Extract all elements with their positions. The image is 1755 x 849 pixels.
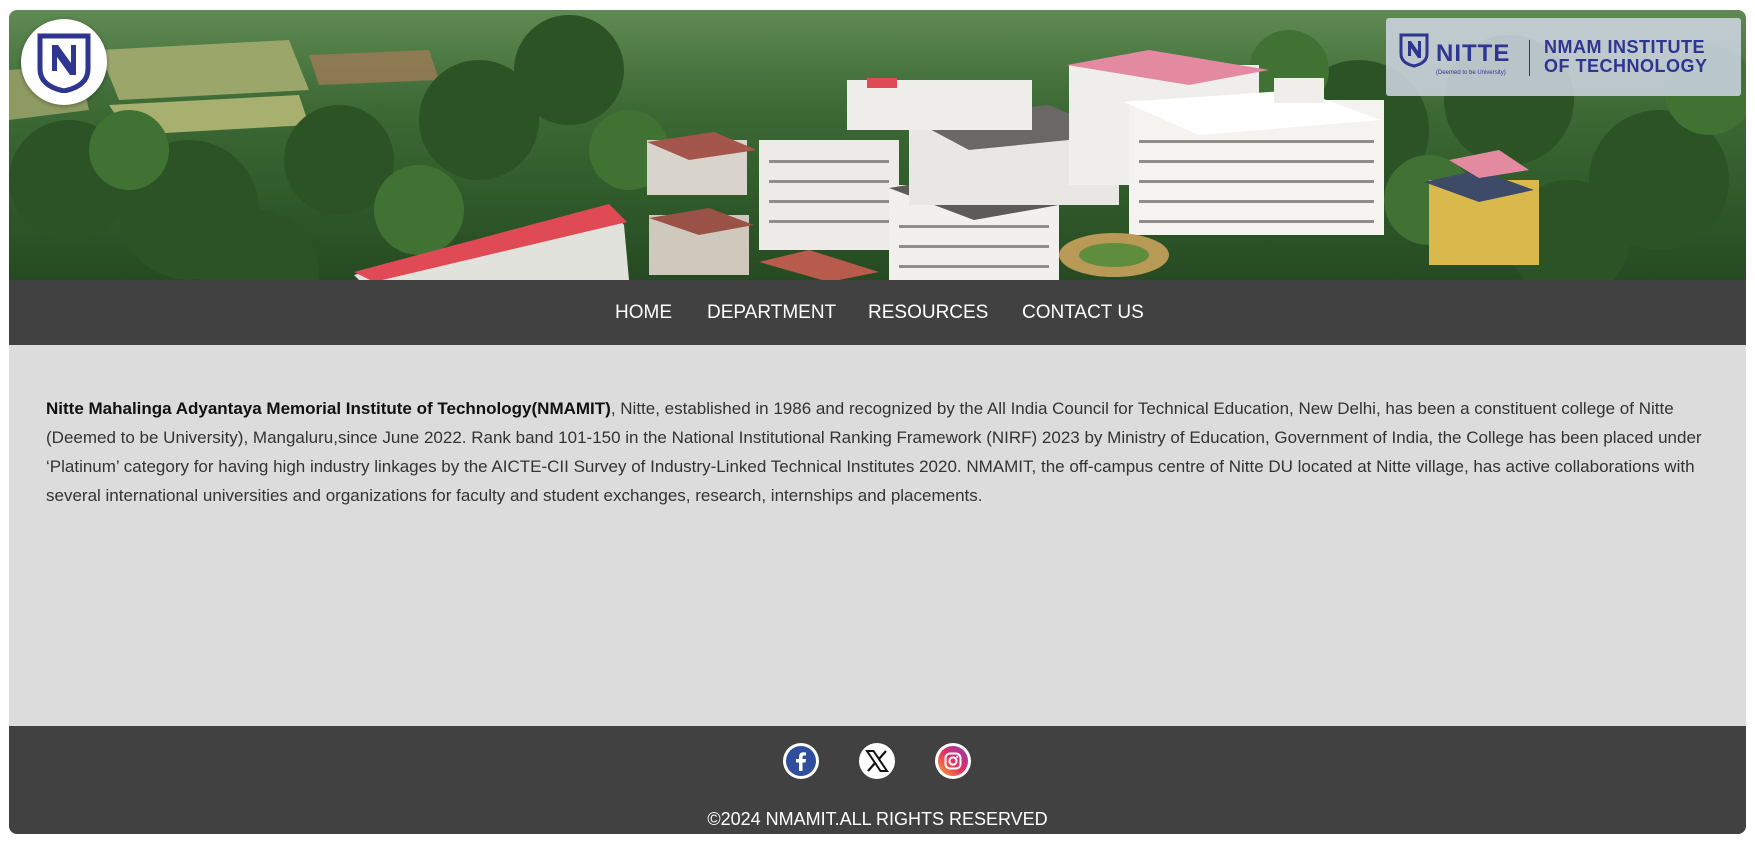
institute-brand-badge: NITTE (Deemed to be University) NMAM INS… xyxy=(1386,18,1741,96)
institute-name-line2: OF TECHNOLOGY xyxy=(1544,56,1708,76)
facebook-link[interactable] xyxy=(783,743,819,779)
nav-home-link[interactable]: HOME xyxy=(615,302,672,324)
institute-full-name: Nitte Mahalinga Adyantaya Memorial Insti… xyxy=(46,399,611,418)
nitte-n-shield-logo-icon xyxy=(37,33,91,93)
nitte-logo[interactable] xyxy=(21,19,107,105)
nitte-wordmark: NITTE xyxy=(1436,40,1511,67)
nav-department-link[interactable]: DEPARTMENT xyxy=(707,302,836,324)
about-paragraph: Nitte Mahalinga Adyantaya Memorial Insti… xyxy=(46,394,1708,510)
copyright-text: ©2024 NMAMIT.ALL RIGHTS RESERVED xyxy=(707,809,1048,829)
nav-contact-us-link[interactable]: CONTACT US xyxy=(1022,302,1144,324)
instagram-icon xyxy=(938,746,968,776)
nitte-mark-icon xyxy=(1399,33,1429,68)
page-frame: NITTE (Deemed to be University) NMAM INS… xyxy=(9,10,1746,834)
brand-divider xyxy=(1529,40,1530,76)
main-nav: HOME DEPARTMENT RESOURCES CONTACT US xyxy=(9,280,1746,345)
x-twitter-link[interactable] xyxy=(859,743,895,779)
institute-name-line1: NMAM INSTITUTE xyxy=(1544,37,1705,57)
facebook-icon xyxy=(786,746,816,776)
nitte-subtitle: (Deemed to be University) xyxy=(1436,70,1506,76)
nav-resources-link[interactable]: RESOURCES xyxy=(868,302,988,324)
institute-name: NMAM INSTITUTE OF TECHNOLOGY xyxy=(1544,38,1708,76)
hero-banner: NITTE (Deemed to be University) NMAM INS… xyxy=(9,10,1746,280)
instagram-link[interactable] xyxy=(935,743,971,779)
page-footer: ©2024 NMAMIT.ALL RIGHTS RESERVED xyxy=(9,726,1746,834)
x-twitter-icon xyxy=(865,750,889,772)
